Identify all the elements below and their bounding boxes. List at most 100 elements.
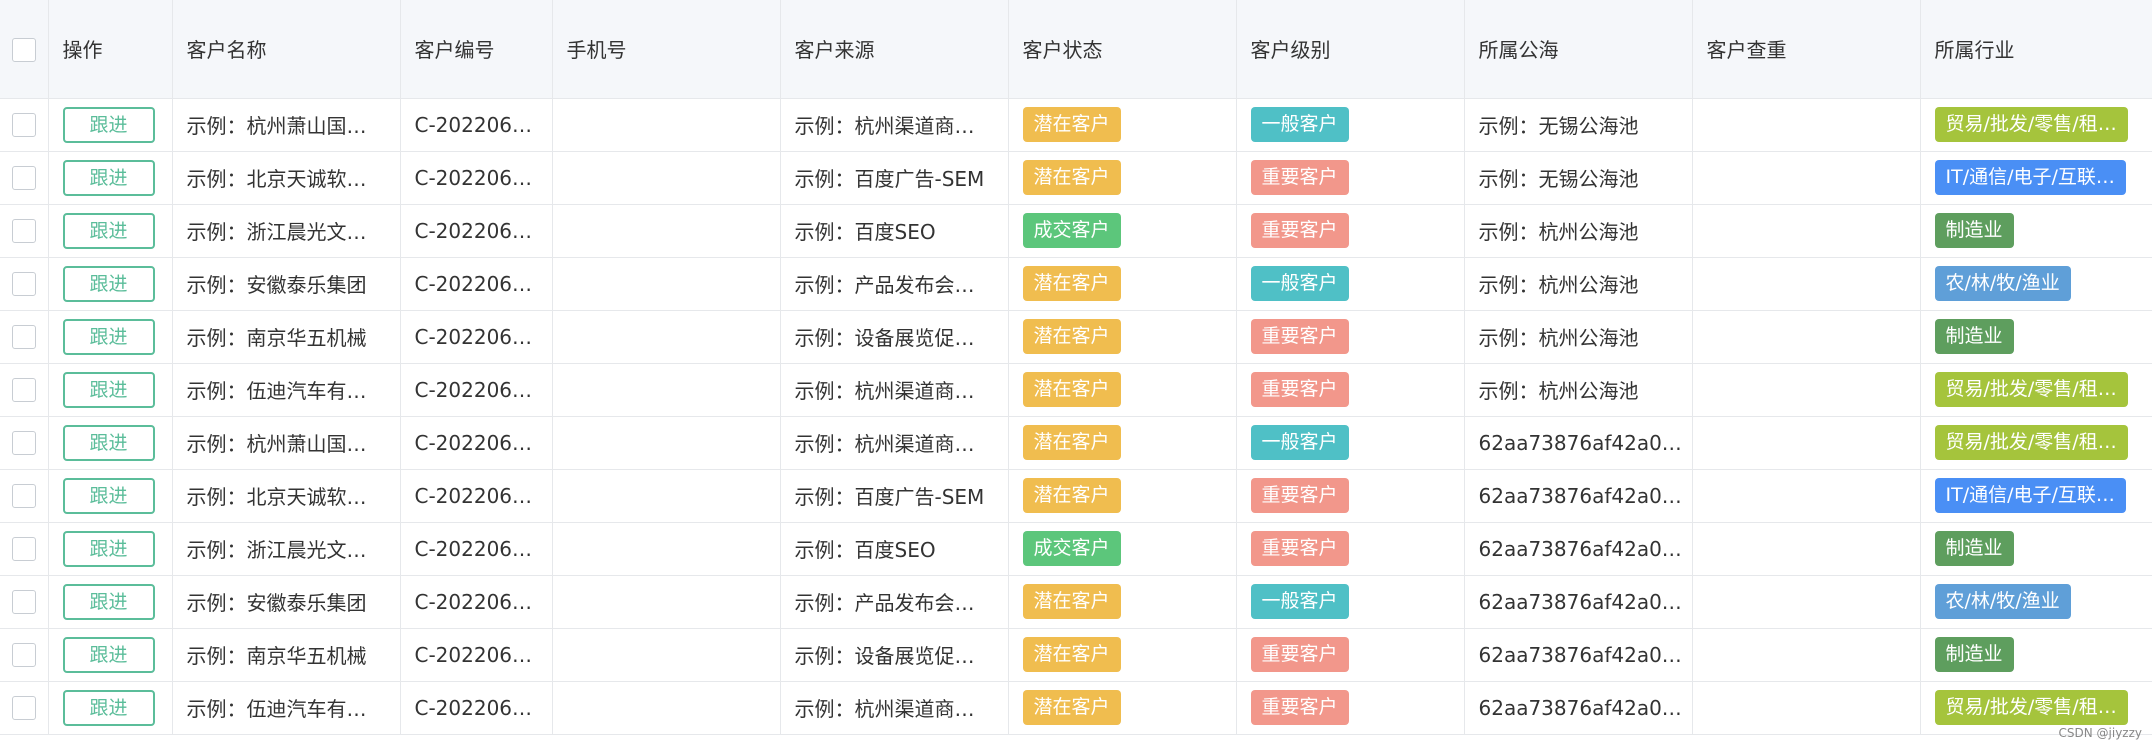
status-tag: 潜在客户	[1022, 160, 1121, 195]
row-select-cell	[0, 310, 49, 364]
follow-button[interactable]: 跟进	[62, 689, 155, 726]
sea-pool-cell: 62aa73876af42a0…	[1464, 416, 1693, 470]
follow-button[interactable]: 跟进	[62, 318, 155, 355]
customer-code: C-202206…	[414, 324, 533, 349]
industry-tag: 制造业	[1934, 531, 2014, 566]
sea-pool: 62aa73876af42a0…	[1478, 589, 1682, 614]
table-row: 跟进 示例：安徽泰乐集团 C-202206… 示例：产品发布会… 潜在客户 一般客户 62a…	[0, 575, 2152, 629]
row-checkbox[interactable]	[11, 166, 36, 191]
industry-tag: 贸易/批发/零售/租…	[1934, 107, 2128, 142]
customer-code: C-202206…	[414, 695, 533, 720]
header-phone[interactable]: 手机号	[552, 0, 781, 99]
customer-name[interactable]: 示例：南京华五机械	[187, 326, 367, 350]
select-all-checkbox[interactable]	[11, 37, 36, 62]
industry-tag: 农/林/牧/渔业	[1934, 266, 2071, 301]
follow-button[interactable]: 跟进	[62, 477, 155, 514]
row-select-cell	[0, 204, 49, 258]
industry-tag: 制造业	[1934, 637, 2014, 672]
table-row: 跟进 示例：南京华五机械 C-202206… 示例：设备展览促… 潜在客户 重要客户 示例：…	[0, 310, 2152, 364]
industry-cell: 贸易/批发/零售/租…	[1920, 363, 2152, 417]
customer-source-cell: 示例：百度广告-SEM	[780, 151, 1009, 205]
customer-name-cell: 示例：杭州萧山国…	[172, 98, 401, 152]
follow-button[interactable]: 跟进	[62, 636, 155, 673]
header-sea-pool[interactable]: 所属公海	[1464, 0, 1693, 99]
follow-button[interactable]: 跟进	[62, 371, 155, 408]
status-tag: 成交客户	[1022, 213, 1121, 248]
level-tag: 重要客户	[1250, 690, 1349, 725]
row-checkbox[interactable]	[11, 537, 36, 562]
sea-pool: 示例：杭州公海池	[1478, 379, 1639, 403]
customer-name[interactable]: 示例：杭州萧山国…	[187, 114, 367, 138]
duplicate-check-cell	[1692, 575, 1921, 629]
row-checkbox[interactable]	[11, 643, 36, 668]
action-cell: 跟进	[48, 522, 173, 576]
header-customer-level[interactable]: 客户级别	[1236, 0, 1465, 99]
customer-name[interactable]: 示例：伍迪汽车有…	[187, 379, 367, 403]
sea-pool: 62aa73876af42a0…	[1478, 536, 1682, 561]
header-customer-source[interactable]: 客户来源	[780, 0, 1009, 99]
customer-code-cell: C-202206…	[400, 628, 553, 682]
customer-name[interactable]: 示例：杭州萧山国…	[187, 432, 367, 456]
header-customer-name[interactable]: 客户名称	[172, 0, 401, 99]
sea-pool-cell: 62aa73876af42a0…	[1464, 628, 1693, 682]
select-all-cell	[0, 0, 49, 99]
sea-pool: 62aa73876af42a0…	[1478, 695, 1682, 720]
follow-button[interactable]: 跟进	[62, 265, 155, 302]
customer-code: C-202206…	[414, 642, 533, 667]
row-checkbox[interactable]	[11, 378, 36, 403]
customer-source: 示例：杭州渠道商…	[794, 379, 975, 403]
customer-name[interactable]: 示例：安徽泰乐集团	[187, 591, 367, 615]
follow-button[interactable]: 跟进	[62, 212, 155, 249]
phone-cell	[552, 575, 781, 629]
follow-button[interactable]: 跟进	[62, 159, 155, 196]
row-checkbox[interactable]	[11, 325, 36, 350]
customer-level-cell: 重要客户	[1236, 204, 1465, 258]
customer-name-cell: 示例：杭州萧山国…	[172, 416, 401, 470]
table-row: 跟进 示例：浙江晨光文… C-202206… 示例：百度SEO 成交客户 重要客户 62aa…	[0, 522, 2152, 576]
customer-name[interactable]: 示例：浙江晨光文…	[187, 538, 367, 562]
row-select-cell	[0, 151, 49, 205]
header-industry[interactable]: 所属行业	[1920, 0, 2152, 99]
customer-name[interactable]: 示例：浙江晨光文…	[187, 220, 367, 244]
table-row: 跟进 示例：浙江晨光文… C-202206… 示例：百度SEO 成交客户 重要客户 示例：杭…	[0, 204, 2152, 258]
sea-pool-cell: 62aa73876af42a0…	[1464, 575, 1693, 629]
follow-button[interactable]: 跟进	[62, 424, 155, 461]
customer-name[interactable]: 示例：北京天诚软…	[187, 167, 367, 191]
status-tag: 潜在客户	[1022, 107, 1121, 142]
phone-cell	[552, 204, 781, 258]
customer-status-cell: 潜在客户	[1008, 310, 1237, 364]
customer-source: 示例：设备展览促…	[794, 644, 975, 668]
row-checkbox[interactable]	[11, 431, 36, 456]
row-checkbox[interactable]	[11, 484, 36, 509]
row-checkbox[interactable]	[11, 113, 36, 138]
row-checkbox[interactable]	[11, 219, 36, 244]
header-customer-status[interactable]: 客户状态	[1008, 0, 1237, 99]
customer-name[interactable]: 示例：伍迪汽车有…	[187, 697, 367, 721]
row-checkbox[interactable]	[11, 590, 36, 615]
follow-button[interactable]: 跟进	[62, 106, 155, 143]
customer-code: C-202206…	[414, 536, 533, 561]
customer-code: C-202206…	[414, 112, 533, 137]
industry-tag: 贸易/批发/零售/租…	[1934, 372, 2128, 407]
customer-source: 示例：产品发布会…	[794, 273, 975, 297]
customer-name[interactable]: 示例：南京华五机械	[187, 644, 367, 668]
customer-code-cell: C-202206…	[400, 151, 553, 205]
header-action[interactable]: 操作	[48, 0, 173, 99]
customer-name[interactable]: 示例：安徽泰乐集团	[187, 273, 367, 297]
row-checkbox[interactable]	[11, 696, 36, 721]
duplicate-check-cell	[1692, 151, 1921, 205]
action-cell: 跟进	[48, 469, 173, 523]
follow-button[interactable]: 跟进	[62, 583, 155, 620]
header-customer-code[interactable]: 客户编号	[400, 0, 553, 99]
customer-source: 示例：产品发布会…	[794, 591, 975, 615]
customer-name-cell: 示例：安徽泰乐集团	[172, 575, 401, 629]
industry-cell: 制造业	[1920, 310, 2152, 364]
row-checkbox[interactable]	[11, 272, 36, 297]
header-duplicate-check[interactable]: 客户查重	[1692, 0, 1921, 99]
follow-button[interactable]: 跟进	[62, 530, 155, 567]
action-cell: 跟进	[48, 310, 173, 364]
level-tag: 重要客户	[1250, 531, 1349, 566]
row-select-cell	[0, 575, 49, 629]
customer-source-cell: 示例：产品发布会…	[780, 575, 1009, 629]
customer-name[interactable]: 示例：北京天诚软…	[187, 485, 367, 509]
